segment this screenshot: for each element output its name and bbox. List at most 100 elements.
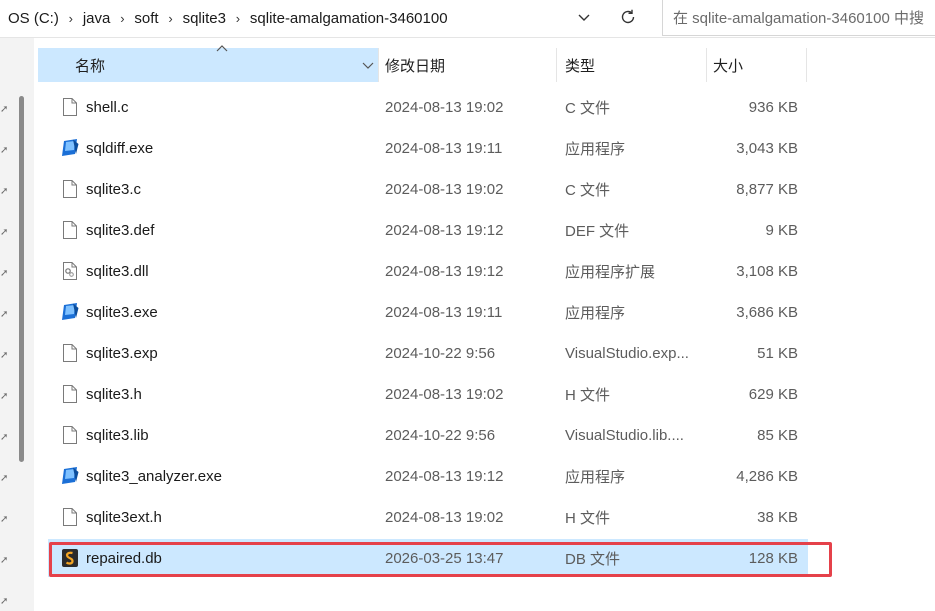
file-type: VisualStudio.exp... — [565, 344, 689, 362]
column-divider[interactable] — [806, 48, 807, 82]
text-file-icon — [60, 334, 80, 372]
column-divider[interactable] — [706, 48, 707, 82]
exe-icon — [60, 457, 80, 495]
file-row[interactable]: sqlite3.dll 2024-08-13 19:12 应用程序扩展 3,108 K… — [48, 252, 808, 290]
file-name: sqldiff.exe — [86, 139, 154, 157]
sort-ascending-icon — [216, 45, 228, 52]
file-type: 应用程序 — [565, 468, 626, 486]
column-header-size[interactable]: 大小 — [713, 48, 805, 82]
text-file-icon — [60, 88, 80, 126]
file-name: sqlite3.dll — [86, 262, 149, 280]
text-file-icon — [60, 498, 80, 536]
file-size: 38 KB — [757, 508, 798, 526]
file-modified-date: 2024-10-22 9:56 — [385, 344, 496, 362]
column-divider[interactable] — [556, 48, 557, 82]
file-size: 9 KB — [765, 221, 798, 239]
file-size: 85 KB — [757, 426, 798, 444]
pin-icon: ➚ — [0, 104, 9, 115]
file-name: sqlite3.c — [86, 180, 142, 198]
file-type: DEF 文件 — [565, 222, 630, 240]
column-header-name[interactable]: 名称 — [38, 48, 378, 82]
file-type: H 文件 — [565, 509, 611, 527]
file-type: C 文件 — [565, 181, 611, 199]
file-type: 应用程序 — [565, 140, 626, 158]
file-type: 应用程序 — [565, 304, 626, 322]
file-size: 3,686 KB — [736, 303, 798, 321]
file-modified-date: 2024-08-13 19:12 — [385, 467, 504, 485]
file-name: sqlite3_analyzer.exe — [86, 467, 222, 485]
file-modified-date: 2024-08-13 19:02 — [385, 385, 504, 403]
exe-icon — [60, 293, 80, 331]
column-header-type[interactable]: 类型 — [565, 48, 705, 82]
file-modified-date: 2024-08-13 19:02 — [385, 98, 504, 116]
file-name: shell.c — [86, 98, 129, 116]
chevron-right-icon: › — [235, 10, 241, 26]
file-row[interactable]: sqlite3ext.h 2024-08-13 19:02 H 文件 38 KB — [48, 498, 808, 536]
pin-icon: ➚ — [0, 186, 9, 197]
file-modified-date: 2024-10-22 9:56 — [385, 426, 496, 444]
file-row[interactable]: sqlite3.lib 2024-10-22 9:56 VisualStudio.l… — [48, 416, 808, 454]
refresh-button[interactable] — [614, 4, 642, 30]
pin-icon: ➚ — [0, 391, 9, 402]
pin-icon: ➚ — [0, 514, 9, 525]
chevron-down-icon — [362, 62, 374, 69]
pin-icon: ➚ — [0, 309, 9, 320]
breadcrumb-current-folder[interactable]: sqlite-amalgamation-3460100 — [250, 10, 448, 27]
file-name: sqlite3.lib — [86, 426, 149, 444]
chevron-right-icon: › — [68, 10, 74, 26]
file-row[interactable]: shell.c 2024-08-13 19:02 C 文件 936 KB — [48, 88, 808, 126]
refresh-icon — [621, 9, 635, 24]
file-name: sqlite3.exp — [86, 344, 158, 362]
dll-icon — [60, 252, 80, 290]
annotation-highlight-box — [49, 542, 832, 577]
column-header-date[interactable]: 修改日期 — [385, 48, 555, 82]
address-bar[interactable]: OS (C:) › java › soft › sqlite3 › sqlite… — [0, 0, 650, 36]
file-row[interactable]: sqlite3.h 2024-08-13 19:02 H 文件 629 KB — [48, 375, 808, 413]
address-history-dropdown[interactable] — [571, 4, 597, 30]
pin-icon: ➚ — [0, 268, 9, 279]
pin-icon: ➚ — [0, 432, 9, 443]
nav-scrollbar-thumb[interactable] — [19, 96, 24, 462]
column-header-size-label: 大小 — [713, 57, 744, 75]
breadcrumb-java[interactable]: java — [83, 10, 111, 27]
column-divider[interactable] — [378, 48, 379, 82]
file-size: 936 KB — [748, 98, 798, 116]
file-modified-date: 2024-08-13 19:02 — [385, 180, 504, 198]
file-name: sqlite3.def — [86, 221, 155, 239]
file-type: VisualStudio.lib.... — [565, 426, 684, 444]
breadcrumb-sqlite3[interactable]: sqlite3 — [183, 10, 226, 27]
pin-icon: ➚ — [0, 596, 9, 607]
text-file-icon — [60, 170, 80, 208]
file-row[interactable]: sqlite3.exe 2024-08-13 19:11 应用程序 3,686 KB — [48, 293, 808, 331]
breadcrumb-drive[interactable]: OS (C:) — [8, 10, 59, 27]
file-size: 3,108 KB — [736, 262, 798, 280]
file-modified-date: 2024-08-13 19:02 — [385, 508, 504, 526]
file-row[interactable]: sqldiff.exe 2024-08-13 19:11 应用程序 3,043 KB — [48, 129, 808, 167]
search-input[interactable]: 在 sqlite-amalgamation-3460100 中搜 — [662, 0, 935, 36]
file-row[interactable]: sqlite3.c 2024-08-13 19:02 C 文件 8,877 KB — [48, 170, 808, 208]
navigation-pane-edge[interactable] — [0, 38, 34, 611]
file-modified-date: 2024-08-13 19:11 — [385, 139, 503, 157]
file-type: C 文件 — [565, 99, 611, 117]
column-header-type-label: 类型 — [565, 57, 596, 75]
file-row[interactable]: sqlite3_analyzer.exe 2024-08-13 19:12 应用程序… — [48, 457, 808, 495]
chevron-right-icon: › — [168, 10, 173, 26]
file-size: 629 KB — [748, 385, 798, 403]
file-size: 8,877 KB — [736, 180, 798, 198]
pin-icon: ➚ — [0, 350, 9, 361]
file-name: sqlite3.h — [86, 385, 142, 403]
divider — [0, 37, 935, 38]
breadcrumb-soft[interactable]: soft — [134, 10, 158, 27]
chevron-right-icon: › — [120, 10, 125, 26]
file-size: 51 KB — [757, 344, 798, 362]
file-row[interactable]: sqlite3.def 2024-08-13 19:12 DEF 文件 9 KB — [48, 211, 808, 249]
file-type: H 文件 — [565, 386, 611, 404]
file-size: 4,286 KB — [736, 467, 798, 485]
file-row[interactable]: sqlite3.exp 2024-10-22 9:56 VisualStudio.e… — [48, 334, 808, 372]
file-name: sqlite3.exe — [86, 303, 158, 321]
column-filter-dropdown[interactable] — [359, 48, 377, 82]
file-modified-date: 2024-08-13 19:12 — [385, 221, 504, 239]
column-header-name-label: 名称 — [75, 57, 106, 75]
file-name: sqlite3ext.h — [86, 508, 162, 526]
file-type: 应用程序扩展 — [565, 263, 656, 281]
